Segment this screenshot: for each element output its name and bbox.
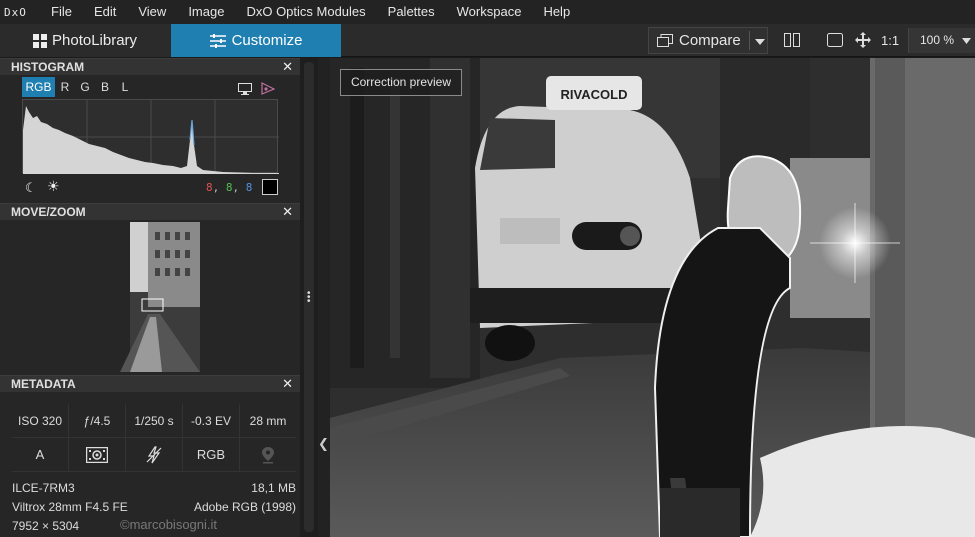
- readout-g: 8: [225, 181, 233, 194]
- focal-value: 28 mm: [249, 413, 287, 428]
- navigator-preview-image: [100, 222, 200, 372]
- image-viewer[interactable]: RIVACOLD: [330, 58, 975, 537]
- camera-model: ILCE-7RM3: [12, 481, 75, 495]
- menu-file[interactable]: File: [40, 0, 83, 24]
- flash-off-icon: [126, 437, 183, 472]
- zoom-select[interactable]: 100 %: [908, 28, 975, 53]
- menu-workspace[interactable]: Workspace: [446, 0, 533, 24]
- mode-row: A RGB: [12, 437, 296, 472]
- viewer-gutter: [318, 58, 330, 537]
- movezoom-title: MOVE/ZOOM: [11, 205, 86, 219]
- menu-edit[interactable]: Edit: [83, 0, 127, 24]
- readout-b: 8: [245, 181, 253, 194]
- image-dimensions: 7952 × 5304: [12, 519, 80, 533]
- tab-photolibrary-label: PhotoLibrary: [52, 32, 138, 49]
- file-size: 18,1 MB: [251, 481, 296, 495]
- metadata-header[interactable]: METADATA ✕: [0, 375, 300, 392]
- histogram-graph: [22, 99, 279, 174]
- metadata-line-2: Viltrox 28mm F4.5 FE Adobe RGB (1998): [12, 500, 296, 514]
- lens-model: Viltrox 28mm F4.5 FE: [12, 500, 128, 514]
- color-space: Adobe RGB (1998): [193, 500, 296, 514]
- sliders-icon: [209, 33, 226, 48]
- movezoom-header[interactable]: MOVE/ZOOM ✕: [0, 203, 300, 220]
- menu-bar: DxO File Edit View Image DxO Optics Modu…: [0, 0, 975, 24]
- app-logo: DxO: [4, 5, 27, 19]
- van-brand-text: RIVACOLD: [561, 87, 628, 102]
- monitor-icon[interactable]: [238, 83, 252, 95]
- close-icon[interactable]: ✕: [282, 59, 293, 75]
- menu-optics-modules[interactable]: DxO Optics Modules: [235, 0, 376, 24]
- menu-view[interactable]: View: [127, 0, 177, 24]
- grid-icon: [33, 34, 47, 48]
- iso-value: ISO 320: [12, 403, 69, 438]
- channel-g[interactable]: G: [75, 77, 95, 97]
- histogram-curve: [23, 100, 279, 174]
- channel-b[interactable]: B: [95, 77, 115, 97]
- ev-value: -0.3 EV: [183, 403, 240, 438]
- photo-canvas: RIVACOLD: [330, 58, 975, 537]
- tab-customize-label: Customize: [231, 32, 303, 49]
- rgb-readout: 8, 8, 8: [206, 181, 253, 194]
- aperture-value: ƒ/4.5: [69, 403, 126, 438]
- location-pin-icon: [240, 438, 296, 472]
- close-icon[interactable]: ✕: [282, 204, 293, 220]
- channel-rgb[interactable]: RGB: [22, 77, 55, 97]
- exposure-mode: A: [12, 437, 69, 472]
- watermark-text: ©marcobisogni.it: [120, 517, 218, 532]
- color-swatch: [262, 179, 278, 195]
- metering-icon: [69, 437, 126, 472]
- ratio-1-1-button[interactable]: 1:1: [881, 33, 899, 48]
- menu-palettes[interactable]: Palettes: [377, 0, 446, 24]
- compare-icon: [657, 33, 673, 47]
- tab-customize[interactable]: Customize: [171, 24, 341, 57]
- compare-divider: [749, 31, 750, 50]
- histogram-channel-tabs: RGB R G B L: [22, 77, 135, 97]
- crop-frame-icon[interactable]: [827, 33, 843, 47]
- metadata-title: METADATA: [11, 377, 76, 391]
- metadata-line-1: ILCE-7RM3 18,1 MB: [12, 481, 296, 495]
- close-icon[interactable]: ✕: [282, 376, 293, 392]
- shutter-value: 1/250 s: [126, 403, 183, 438]
- menu-image[interactable]: Image: [177, 0, 235, 24]
- gamut-icon[interactable]: [261, 82, 275, 95]
- shadow-clip-icon[interactable]: ☾: [25, 180, 37, 196]
- collapse-left-icon[interactable]: ❮: [318, 436, 329, 452]
- chevron-down-icon: [962, 38, 971, 44]
- tab-photolibrary[interactable]: PhotoLibrary: [0, 24, 171, 57]
- histogram-title: HISTOGRAM: [11, 60, 85, 74]
- split-view-icon[interactable]: [784, 33, 800, 47]
- color-mode: RGB: [183, 437, 240, 472]
- zoom-value: 100 %: [920, 33, 955, 47]
- metadata-grid: ISO 320 ƒ/4.5 1/250 s -0.3 EV 28 mm A RG…: [12, 403, 296, 472]
- navigator-thumbnail[interactable]: [100, 222, 200, 372]
- readout-r: 8: [206, 181, 213, 194]
- chevron-down-icon[interactable]: [755, 39, 765, 45]
- move-hand-icon[interactable]: [855, 32, 871, 48]
- panel-resize-handle[interactable]: • • •: [307, 289, 311, 307]
- highlight-clip-icon[interactable]: ☀: [47, 178, 60, 195]
- menu-help[interactable]: Help: [532, 0, 581, 24]
- channel-r[interactable]: R: [55, 77, 75, 97]
- channel-l[interactable]: L: [115, 77, 135, 97]
- histogram-header[interactable]: HISTOGRAM ✕: [0, 58, 300, 75]
- correction-preview-button[interactable]: Correction preview: [340, 69, 462, 96]
- compare-button[interactable]: Compare: [648, 27, 768, 54]
- compare-label: Compare: [679, 32, 741, 49]
- exif-row: ISO 320 ƒ/4.5 1/250 s -0.3 EV 28 mm: [12, 403, 296, 438]
